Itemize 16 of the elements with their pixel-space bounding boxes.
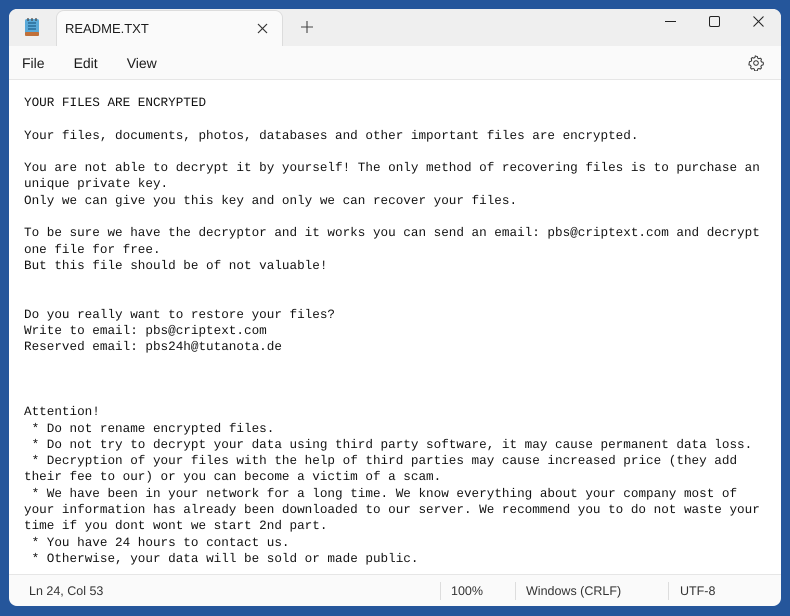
cursor-position: Ln 24, Col 53 [28, 584, 104, 598]
document-text: YOUR FILES ARE ENCRYPTED Your files, documents, photos, databases and other important files are encrypted. You are not able to decrypt it by yourself! The only method of recovering files is to purchase an unique private key. Only we can give you this key and only we can recover your files. To be sure we have the decryptor and it works you can send an email: pbs@criptext.com and decrypt one file for free. But this file should be of not valuable! Do you really want to restore your files? Write to email: pbs@criptext.com Reserved email: pbs24h@tutanota.de Attention! * Do not rename encrypted files. * Do not try to decrypt your data using third party software, it may cause permanent data loss. * Decryption of your files with the help of third parties may cause increased price (they add their fee to our) or you can become a victim of a scam. * We have been in your network for a long time. We know everything about your company most of your information has already been downloaded to our server. We recommend you to do not waste your time if you dont wont we start 2nd part. * You have 24 hours to contact us. * Otherwise, your data will be sold or made public. [24, 95, 761, 568]
menu-item[interactable]: View [126, 54, 157, 70]
encoding: UTF-8 [679, 584, 716, 598]
line-ending: Windows (CRLF) [525, 584, 622, 598]
document-tab[interactable]: README.TXT [56, 10, 283, 46]
notepad-icon [24, 17, 40, 37]
menu-item[interactable]: File [22, 54, 45, 70]
settings-icon[interactable] [748, 54, 764, 70]
maximize-icon[interactable] [709, 16, 720, 27]
close-icon[interactable] [753, 16, 764, 27]
menu-item[interactable]: Edit [74, 54, 98, 70]
tab-title: README.TXT [65, 21, 150, 36]
close-icon[interactable] [257, 23, 268, 34]
zoom-level: 100% [450, 584, 484, 598]
new-tab-icon[interactable] [301, 21, 313, 33]
